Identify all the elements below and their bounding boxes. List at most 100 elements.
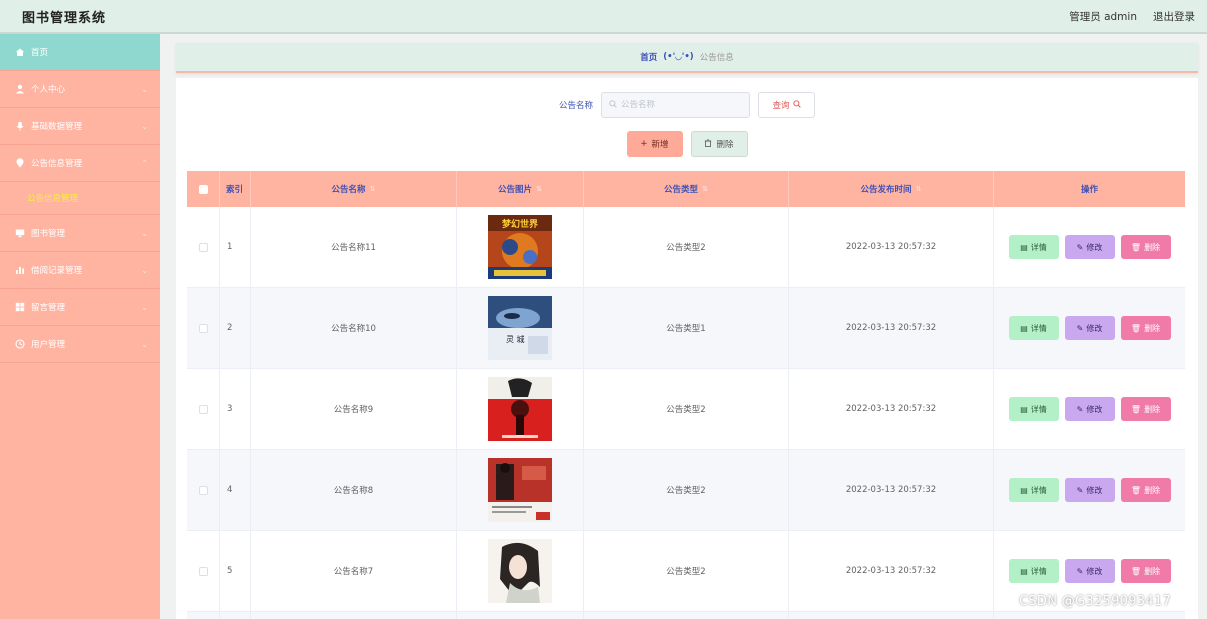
row-checkbox[interactable] [198,566,208,576]
breadcrumb-emoticon: (•'◡'•) [663,52,694,62]
sidebar-item-notice[interactable]: 公告信息管理 ⌃ [0,145,160,182]
column-header-name[interactable]: 公告名称 ⇅ [251,171,457,207]
row-select-cell [187,612,220,619]
sidebar-item-messages[interactable]: 留言管理 ⌄ [0,289,160,326]
sort-icon[interactable]: ⇅ [370,185,376,193]
clock-icon [15,339,25,349]
search-form: 公告名称 查询 [176,92,1198,118]
notice-table: 索引 公告名称 ⇅ 公告图片 ⇅ 公告类型 ⇅ 公告发布时间 ⇅ 操作 1 公告名称11… [187,171,1185,619]
column-header-time[interactable]: 公告发布时间 ⇅ [789,171,994,207]
row-type: 公告类型2 [584,531,789,611]
edit-button-label: 修改 [1086,485,1103,495]
table-row: 1 公告名称11 梦幻世界 公告类型2 2022-03-13 20:57:32 … [187,207,1185,288]
trash-icon: 🗑 [1130,242,1142,252]
row-select-cell [187,369,220,449]
delete-button[interactable]: 🗑 删除 [1120,397,1171,421]
document-icon: ▤ [1020,404,1028,414]
detail-button-label: 详情 [1030,566,1047,576]
detail-button-label: 详情 [1030,242,1047,252]
query-button-label: 查询 [772,101,790,111]
search-icon [792,99,801,111]
document-icon: ▤ [1020,485,1028,495]
row-type: 公告类型1 [584,288,789,368]
document-icon: ▤ [1020,242,1028,252]
row-image-cell [457,450,584,530]
edit-button[interactable]: ✎ 修改 [1064,316,1115,340]
column-header-type[interactable]: 公告类型 ⇅ [584,171,789,207]
edit-button[interactable]: ✎ 修改 [1064,397,1115,421]
row-time: 2022-03-13 20:57:32 [789,450,994,530]
cover-image[interactable] [488,377,552,441]
cover-image[interactable]: 梦幻世界 [488,215,552,279]
row-name: 公告名称11 [251,207,457,287]
edit-button[interactable]: ✎ 修改 [1064,478,1115,502]
edit-button[interactable]: ✎ 修改 [1064,559,1115,583]
cover-image[interactable] [488,539,552,603]
row-select-cell [187,450,220,530]
trash-icon: 🗑 [1130,404,1142,414]
column-header-label: 公告名称 [331,185,366,195]
query-button[interactable]: 查询 [758,92,815,118]
delete-button-label: 删除 [1144,323,1161,333]
sidebar-item-home[interactable]: 首页 [0,34,160,71]
delete-button[interactable]: 🗑 删除 [1120,559,1171,583]
cover-image[interactable]: 灵 城 [488,296,552,360]
delete-button[interactable]: 🗑 删除 [1120,235,1171,259]
main-panel: 公告名称 查询 + 新增 删除 索引 公告名 [176,78,1198,619]
pencil-icon: ✎ [1076,485,1084,495]
sort-icon[interactable]: ⇅ [916,185,922,193]
row-actions [994,612,1185,619]
batch-delete-button[interactable]: 删除 [690,131,748,157]
row-checkbox[interactable] [198,404,208,414]
chevron-down-icon: ⌄ [141,265,148,275]
row-name: 公告名称7 [251,531,457,611]
sidebar-item-personal-center[interactable]: 个人中心 ⌄ [0,71,160,108]
sidebar-item-books[interactable]: 图书管理 ⌄ [0,215,160,252]
home-icon [15,47,25,57]
row-checkbox[interactable] [198,485,208,495]
column-header-index: 索引 [220,171,251,207]
column-header-image[interactable]: 公告图片 ⇅ [457,171,584,207]
sort-icon[interactable]: ⇅ [702,185,708,193]
trash-icon: 🗑 [1130,323,1142,333]
row-index [220,612,251,619]
edit-button[interactable]: ✎ 修改 [1064,235,1115,259]
table-row: 2 公告名称10 灵 城 公告类型1 2022-03-13 20:57:32 ▤… [187,288,1185,369]
detail-button[interactable]: ▤ 详情 [1008,397,1059,421]
delete-button-label: 删除 [716,140,734,150]
delete-button[interactable]: 🗑 删除 [1120,316,1171,340]
row-image-cell [457,612,584,619]
bar-chart-icon [15,265,25,275]
sidebar-item-users[interactable]: 用户管理 ⌄ [0,326,160,363]
detail-button[interactable]: ▤ 详情 [1008,316,1059,340]
row-checkbox[interactable] [198,242,208,252]
row-select-cell [187,531,220,611]
current-user-label[interactable]: 管理员 admin [1069,9,1137,24]
breadcrumb-home[interactable]: 首页 [640,51,657,63]
monitor-icon [15,228,25,238]
select-all-checkbox[interactable] [198,184,208,194]
edit-button-label: 修改 [1086,323,1103,333]
cover-image[interactable] [488,458,552,522]
row-index: 5 [220,531,251,611]
watermark: CSDN @G3259093417 [1019,594,1172,609]
detail-button[interactable]: ▤ 详情 [1008,478,1059,502]
logout-link[interactable]: 退出登录 [1153,9,1195,24]
search-label: 公告名称 [558,101,593,111]
pencil-icon: ✎ [1076,566,1084,576]
add-button[interactable]: + 新增 [626,131,683,157]
delete-button[interactable]: 🗑 删除 [1120,478,1171,502]
row-actions: ▤ 详情 ✎ 修改 🗑 删除 [994,450,1185,530]
detail-button[interactable]: ▤ 详情 [1008,235,1059,259]
sidebar-item-label: 用户管理 [31,340,66,350]
row-type [584,612,789,619]
edit-button-label: 修改 [1086,242,1103,252]
top-header: 图书管理系统 管理员 admin 退出登录 [0,0,1207,34]
sidebar-item-basic-data[interactable]: 基础数据管理 ⌄ [0,108,160,145]
detail-button[interactable]: ▤ 详情 [1008,559,1059,583]
sidebar-subitem-notice-management[interactable]: 公告信息管理 [0,182,160,215]
sort-icon[interactable]: ⇅ [536,185,542,193]
sidebar-item-borrow-records[interactable]: 借阅记录管理 ⌄ [0,252,160,289]
row-checkbox[interactable] [198,323,208,333]
search-input[interactable] [621,100,731,110]
